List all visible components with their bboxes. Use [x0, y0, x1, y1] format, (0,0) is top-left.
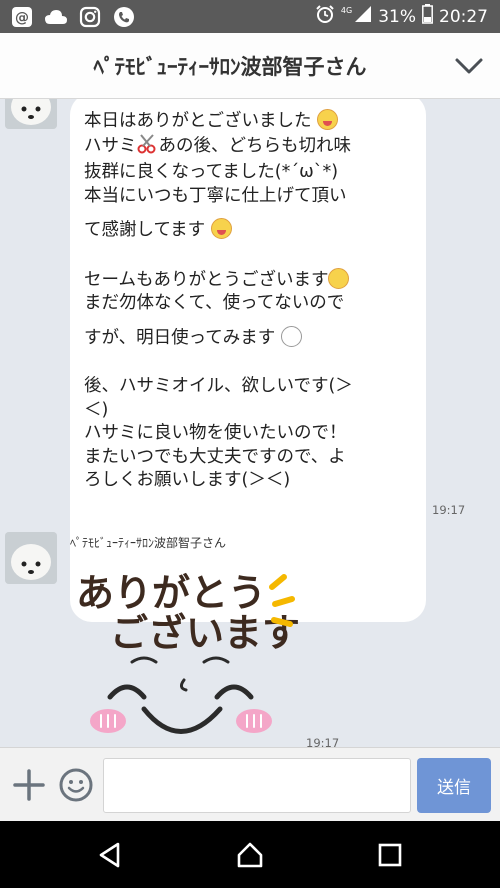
instagram-icon	[78, 5, 102, 29]
home-icon[interactable]	[236, 841, 264, 869]
chat-area[interactable]: 本日はありがとございました ハサミ あの後、どちらも切れ味 抜群に良くなってました…	[0, 99, 500, 747]
status-bar: @ 4G 31% 20:27	[0, 0, 500, 33]
message-line: 抜群に良くなってました(*´ω`*)	[84, 162, 339, 182]
sticker-text: ありがとう	[76, 571, 266, 615]
recents-icon[interactable]	[376, 841, 404, 869]
message-time: 19:17	[432, 503, 466, 517]
avatar[interactable]	[5, 532, 57, 584]
chevron-down-icon[interactable]	[454, 55, 484, 77]
battery-level: 31%	[378, 6, 416, 27]
network-type: 4G	[340, 6, 353, 15]
cloud-icon	[44, 5, 68, 29]
system-status: 4G 31% 20:27	[315, 4, 488, 29]
message-line: ハサミ	[84, 135, 137, 156]
message-line: またいつでも大丈夫ですので、よ	[84, 446, 346, 467]
back-icon[interactable]	[96, 841, 124, 869]
sender-name: ﾍﾟﾃﾓﾋﾞｭｰﾃｨｰｻﾛﾝ波部智子さん	[70, 536, 227, 550]
clock: 20:27	[439, 6, 488, 27]
laughing-emoji-icon	[317, 109, 339, 130]
message-input[interactable]	[103, 758, 411, 813]
message-time: 19:17	[306, 736, 340, 747]
chat-header: ﾍﾟﾃﾓﾋﾞｭｰﾃｨｰｻﾛﾝ波部智子さん	[0, 33, 500, 99]
plus-icon[interactable]	[12, 768, 46, 802]
message-line: ろしくお願いします(＞＜)	[84, 470, 291, 490]
message-line: ハサミに良い物を使いたいので！	[84, 423, 347, 443]
message-line: 本当にいつも丁寧に仕上げて頂い	[84, 185, 347, 206]
message-line: 本日はありがとございました	[84, 111, 312, 131]
thank-you-sticker[interactable]: ありがとう ございます	[72, 554, 302, 747]
input-bar: 送信	[0, 747, 500, 821]
smiling-face-icon	[107, 656, 254, 734]
emoji-icon[interactable]	[58, 767, 94, 803]
sticker-text: ございます	[110, 611, 300, 655]
notification-icons: @	[10, 5, 136, 29]
phone-icon	[112, 5, 136, 29]
message-line: すが、明日使ってみます	[84, 327, 276, 348]
signal-icon	[354, 5, 372, 28]
smiling-emoji-icon	[328, 267, 350, 289]
navigation-bar	[0, 821, 500, 888]
send-button[interactable]: 送信	[417, 758, 491, 813]
at-icon: @	[10, 5, 34, 29]
battery-icon	[422, 4, 433, 29]
message-line: セームもありがとうございます	[84, 269, 329, 290]
message-line: て感謝してます	[84, 220, 206, 240]
avatar[interactable]	[5, 99, 57, 129]
svg-text:@: @	[15, 10, 29, 26]
message-line: まだ勿体なくて、使ってないので	[84, 293, 345, 313]
laughing-emoji-icon	[210, 218, 232, 239]
message-line: あの後、どちらも切れ味	[158, 135, 352, 156]
alarm-icon	[315, 4, 335, 29]
message-line: ＜)	[84, 399, 109, 420]
message-line: 後、ハサミオイル、欲しいです(＞	[84, 376, 353, 396]
scissors-icon	[137, 133, 159, 162]
grinning-face-icon	[280, 325, 302, 347]
chat-title: ﾍﾟﾃﾓﾋﾞｭｰﾃｨｰｻﾛﾝ波部智子さん	[93, 55, 367, 79]
